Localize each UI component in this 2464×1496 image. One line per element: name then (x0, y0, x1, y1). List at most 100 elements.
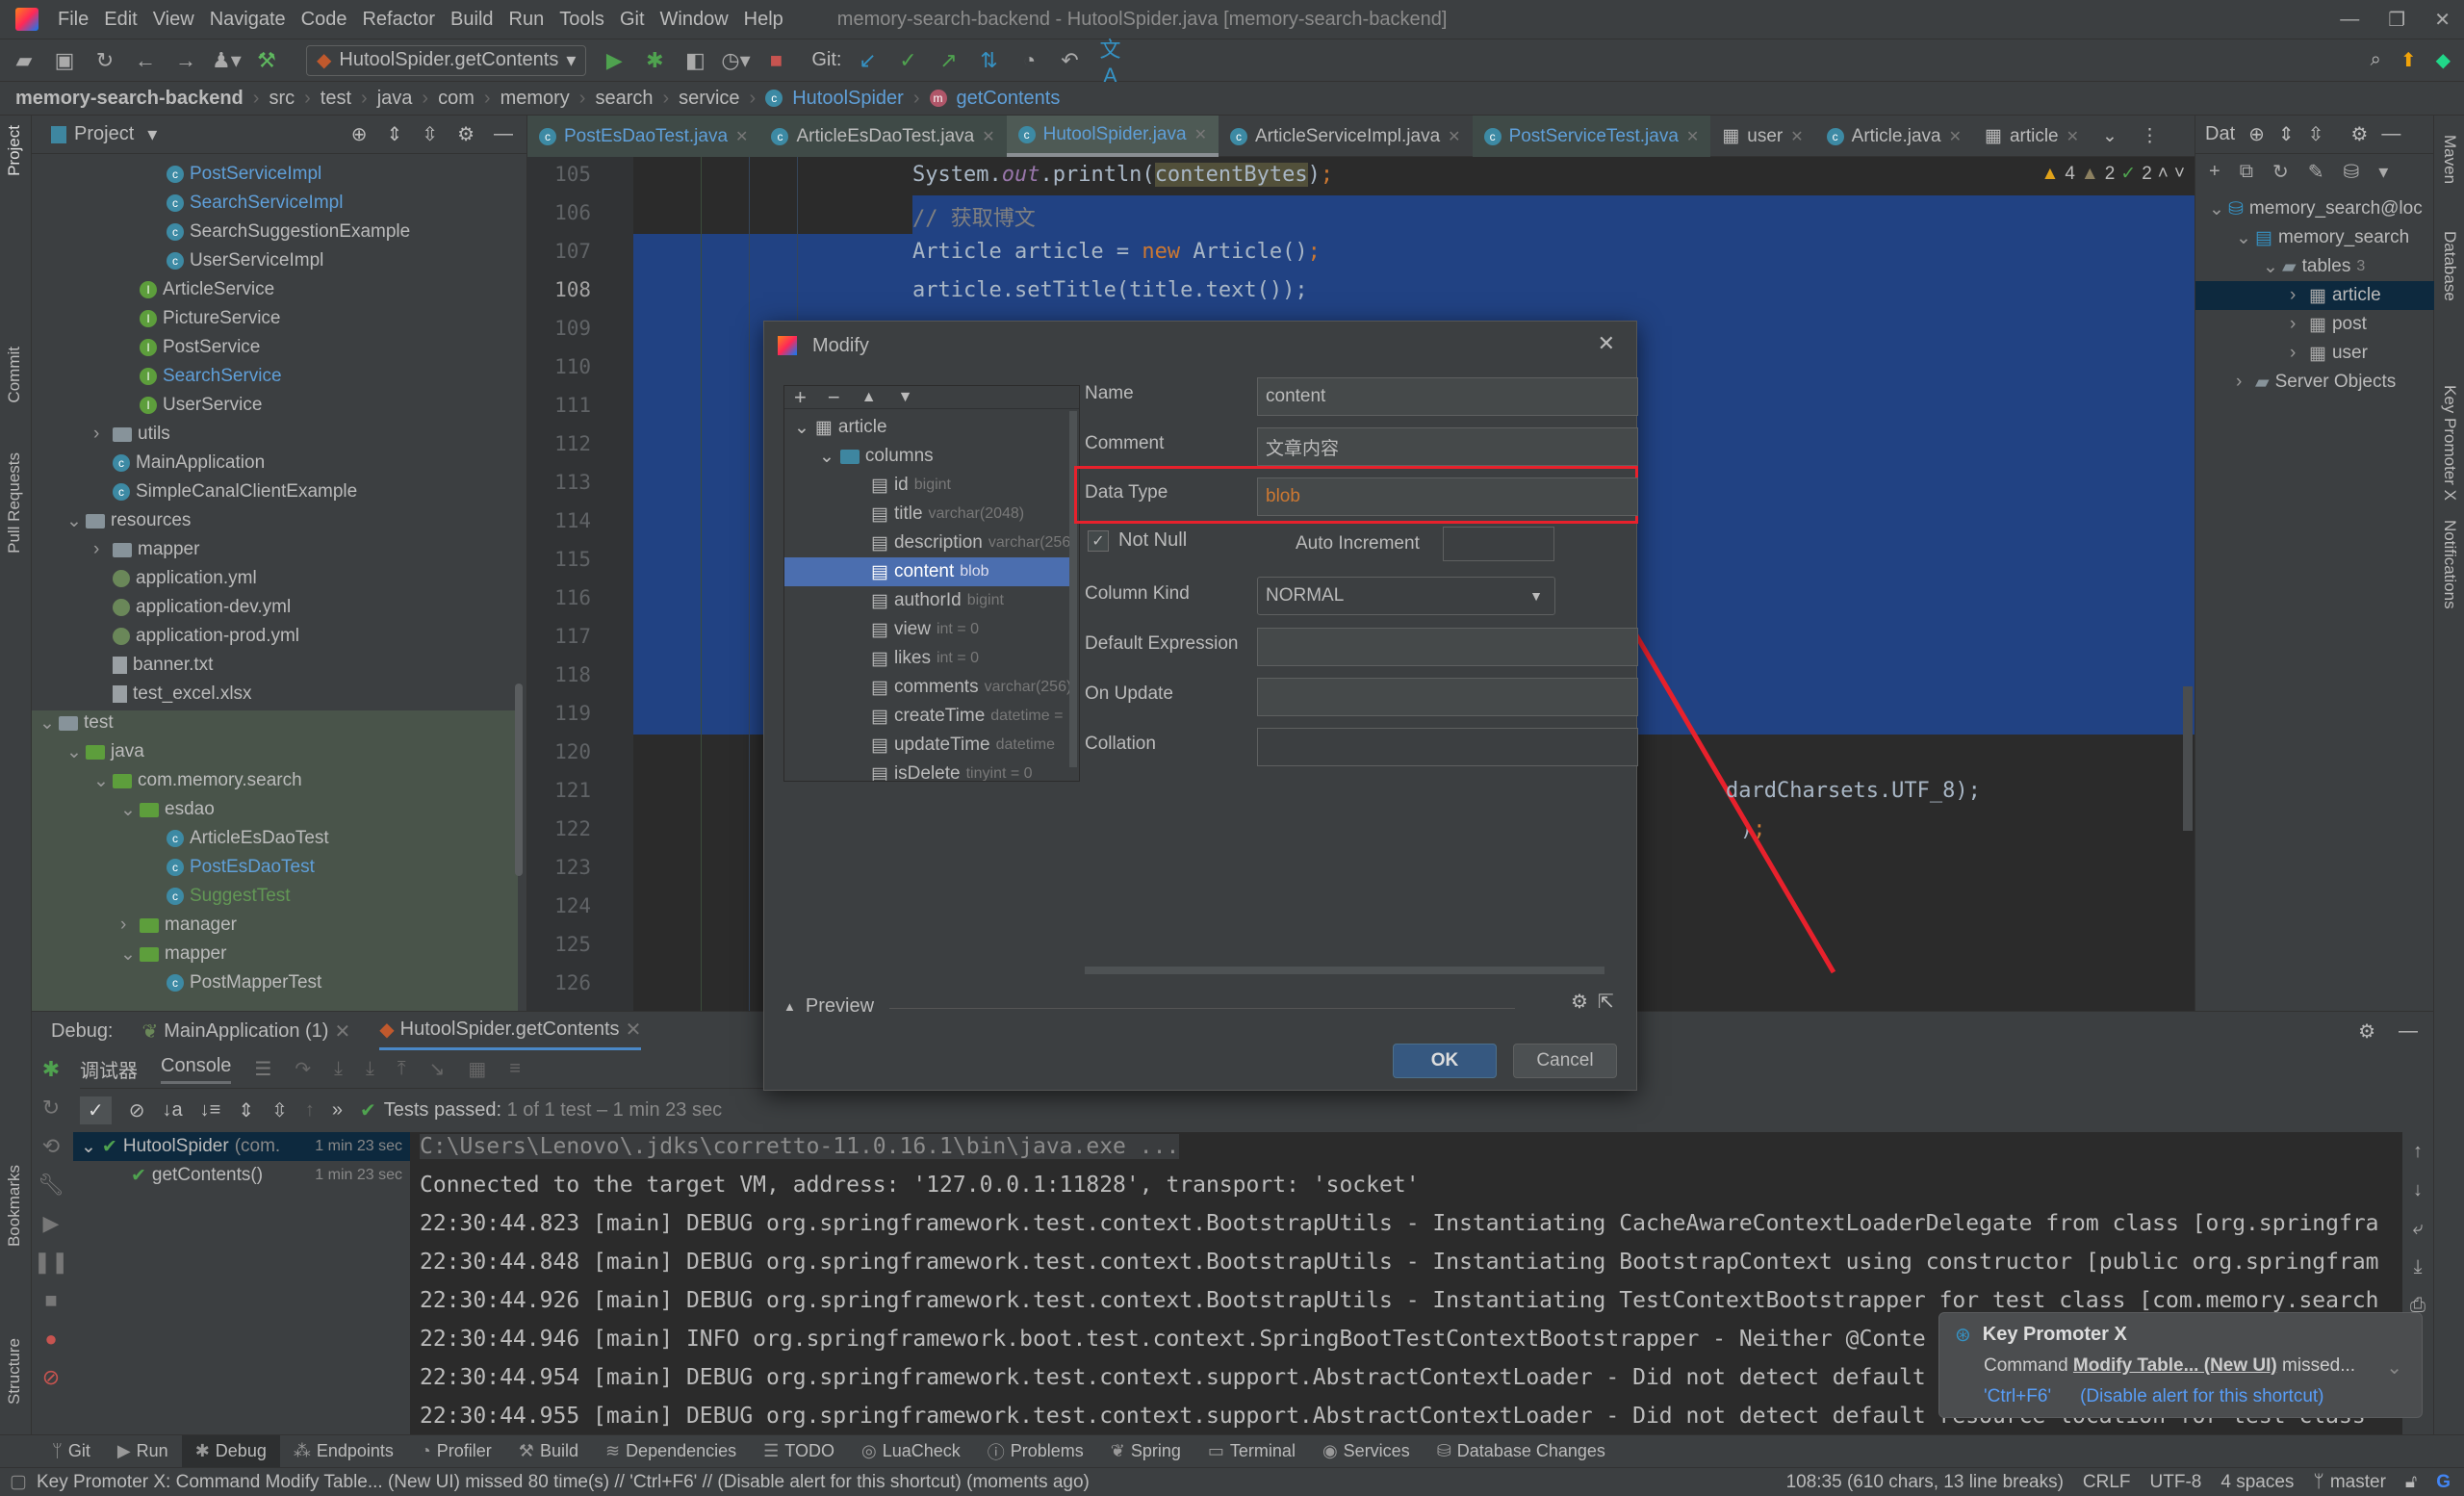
shortcut-link[interactable]: 'Ctrl+F6' (1984, 1386, 2051, 1407)
chevron-right-icon[interactable]: › (2290, 314, 2303, 335)
project-tree-item[interactable]: ⌄ mapper (120, 940, 226, 968)
rollback-icon[interactable]: ↶ (1056, 48, 1085, 73)
project-tree-item[interactable]: c PostMapperTest (147, 968, 321, 997)
git-commit-icon[interactable]: ✓ (894, 48, 923, 73)
project-tree-item[interactable]: application-dev.yml (93, 593, 291, 622)
database-tree-item[interactable]: ⌄ ▰ tables 3 (2195, 252, 2434, 281)
column-tree-item[interactable]: ▤ title varchar(2048) (784, 500, 1073, 529)
translate-icon[interactable]: 文A (1096, 33, 1125, 89)
project-tree-item[interactable]: ⌄ com.memory.search (93, 766, 302, 795)
git-branch[interactable]: ᛘ master (2313, 1472, 2385, 1493)
chevron-right-icon[interactable]: › (2290, 285, 2303, 306)
not-null-checkbox[interactable]: ✓ Not Null (1088, 529, 1187, 552)
tool-tab-problems[interactable]: ⓘ Problems (974, 1435, 1097, 1468)
show-passed-toggle[interactable]: ✓ (80, 1096, 112, 1124)
project-tree-item[interactable]: application.yml (93, 564, 257, 593)
chevron-right-icon[interactable]: › (2236, 372, 2249, 393)
tool-tab-luacheck[interactable]: ◎ LuaCheck (848, 1435, 974, 1468)
close-tab-icon[interactable]: ✕ (735, 127, 748, 146)
restore-button[interactable]: ❐ (2388, 8, 2405, 32)
locate-icon[interactable]: ⊕ (2248, 122, 2265, 146)
editor-tab-user[interactable]: ▦ user ✕ (1710, 116, 1814, 157)
column-tree-item[interactable]: ⌄ columns (784, 442, 1073, 471)
step-out-icon[interactable]: ⤒ (398, 1058, 406, 1080)
run-to-cursor-icon[interactable]: ↘ (429, 1057, 446, 1081)
prev-highlight-icon[interactable]: ˄ (2158, 164, 2169, 185)
column-tree-item[interactable]: ▤ likes int = 0 (784, 644, 1073, 673)
tool-tab-debug[interactable]: ✱ Debug (181, 1434, 280, 1468)
column-tree-item[interactable]: ▤ createTime datetime = (784, 702, 1073, 731)
gear-icon[interactable]: ⚙ (2358, 1019, 2375, 1044)
collation-field[interactable] (1257, 728, 1638, 766)
tool-window-project[interactable]: Project (5, 125, 24, 176)
search-icon[interactable]: ⌕ (2371, 49, 2381, 71)
close-tab-icon[interactable]: ✕ (982, 127, 994, 146)
rerun-icon[interactable]: ↻ (32, 1089, 70, 1127)
back-icon[interactable]: ← (131, 48, 160, 73)
tool-tab-profiler[interactable]: ◔ Profiler (407, 1435, 505, 1468)
remove-icon[interactable]: − (828, 386, 840, 410)
collapse-all-icon[interactable]: ⇳ (271, 1098, 288, 1122)
save-icon[interactable]: ▣ (50, 48, 79, 73)
plugin-icon[interactable]: ◆ (2436, 48, 2451, 72)
close-tab-icon[interactable]: ✕ (1949, 127, 1962, 146)
force-step-into-icon[interactable]: ⤓ (366, 1058, 374, 1080)
user-icon[interactable]: ♟▾ (212, 48, 242, 73)
close-tab-icon[interactable]: ✕ (1790, 127, 1803, 146)
chevron-right-icon[interactable]: › (2290, 343, 2303, 364)
menu-window[interactable]: Window (660, 9, 729, 31)
breadcrumb-item[interactable]: HutoolSpider (792, 88, 904, 110)
line-separator[interactable]: CRLF (2083, 1472, 2131, 1493)
editor-scrollbar[interactable] (2183, 686, 2193, 831)
comment-field[interactable]: 文章内容 (1257, 427, 1638, 466)
ok-button[interactable]: OK (1393, 1044, 1497, 1078)
project-tree-item[interactable]: c SuggestTest (147, 882, 291, 911)
tool-window-notifications[interactable]: Notifications (2440, 520, 2459, 609)
breadcrumb-item[interactable]: memory-search-backend (15, 88, 244, 110)
update-icon[interactable]: ⬆ (2400, 48, 2417, 72)
breadcrumb-item[interactable]: service (679, 88, 739, 110)
restore-layout-icon[interactable]: ⟲ (32, 1127, 70, 1166)
refresh-icon[interactable]: ↻ (2272, 160, 2289, 184)
column-tree-item[interactable]: ▤ id bigint (784, 471, 1073, 500)
column-kind-select[interactable]: NORMAL ▼ (1257, 577, 1555, 615)
tab-debugger[interactable]: 调试器 (80, 1055, 138, 1083)
tool-tab-dependencies[interactable]: ≋ Dependencies (592, 1435, 750, 1468)
collapse-all-icon[interactable]: ⇳ (2308, 122, 2324, 146)
close-tab-icon[interactable]: ✕ (2066, 127, 2079, 146)
editor-tab-articleserviceimpl-java[interactable]: c ArticleServiceImpl.java ✕ (1219, 116, 1473, 157)
tool-tab-services[interactable]: ◉ Services (1309, 1435, 1424, 1468)
breadcrumb-item[interactable]: memory (500, 88, 570, 110)
forward-icon[interactable]: → (171, 48, 200, 73)
menu-view[interactable]: View (153, 9, 194, 31)
pause-icon[interactable]: ❚❚ (32, 1243, 70, 1281)
expand-all-icon[interactable]: ⇕ (387, 122, 403, 146)
close-window-button[interactable]: ✕ (2434, 8, 2451, 32)
column-tree-item[interactable]: ▤ comments varchar(256) (784, 673, 1073, 702)
hide-icon[interactable]: — (494, 123, 513, 145)
test-tree-item[interactable]: ⌄ ✔ HutoolSpider (com. 1 min 23 sec (73, 1132, 410, 1161)
soft-wrap-icon[interactable]: ⤶ (2402, 1209, 2433, 1248)
lock-icon[interactable]: 🔓︎ (2405, 1472, 2417, 1493)
menu-edit[interactable]: Edit (104, 9, 137, 31)
collapse-all-icon[interactable]: ⇳ (422, 122, 438, 146)
database-tree-item[interactable]: › ▰ Server Objects (2195, 368, 2434, 397)
project-tree-item[interactable]: c SearchSuggestionExample (147, 218, 410, 246)
chevron-down-icon[interactable]: ⌄ (819, 446, 834, 468)
project-panel-title[interactable]: Project (74, 123, 134, 145)
chevron-down-icon[interactable]: ⌄ (120, 799, 136, 821)
build-hammer-icon[interactable]: ⚒ (252, 48, 281, 73)
resume-icon[interactable]: ▶ (32, 1204, 70, 1243)
tab-list-chevron-icon[interactable]: ⌄ (2091, 116, 2129, 157)
project-scrollbar[interactable] (515, 684, 523, 876)
properties-icon[interactable]: ✎ (2308, 160, 2324, 184)
open-folder-icon[interactable]: ▰ (10, 48, 38, 73)
threads-icon[interactable]: ☰ (254, 1057, 271, 1081)
tool-window-pull-requests[interactable]: Pull Requests (5, 452, 24, 554)
menu-build[interactable]: Build (450, 9, 493, 31)
file-encoding[interactable]: UTF-8 (2150, 1472, 2202, 1493)
hide-icon[interactable]: — (2399, 1020, 2418, 1043)
name-field[interactable]: content (1257, 377, 1638, 416)
tool-tab-todo[interactable]: ☰ TODO (750, 1435, 848, 1468)
view-breakpoints-icon[interactable]: ● (32, 1320, 70, 1358)
